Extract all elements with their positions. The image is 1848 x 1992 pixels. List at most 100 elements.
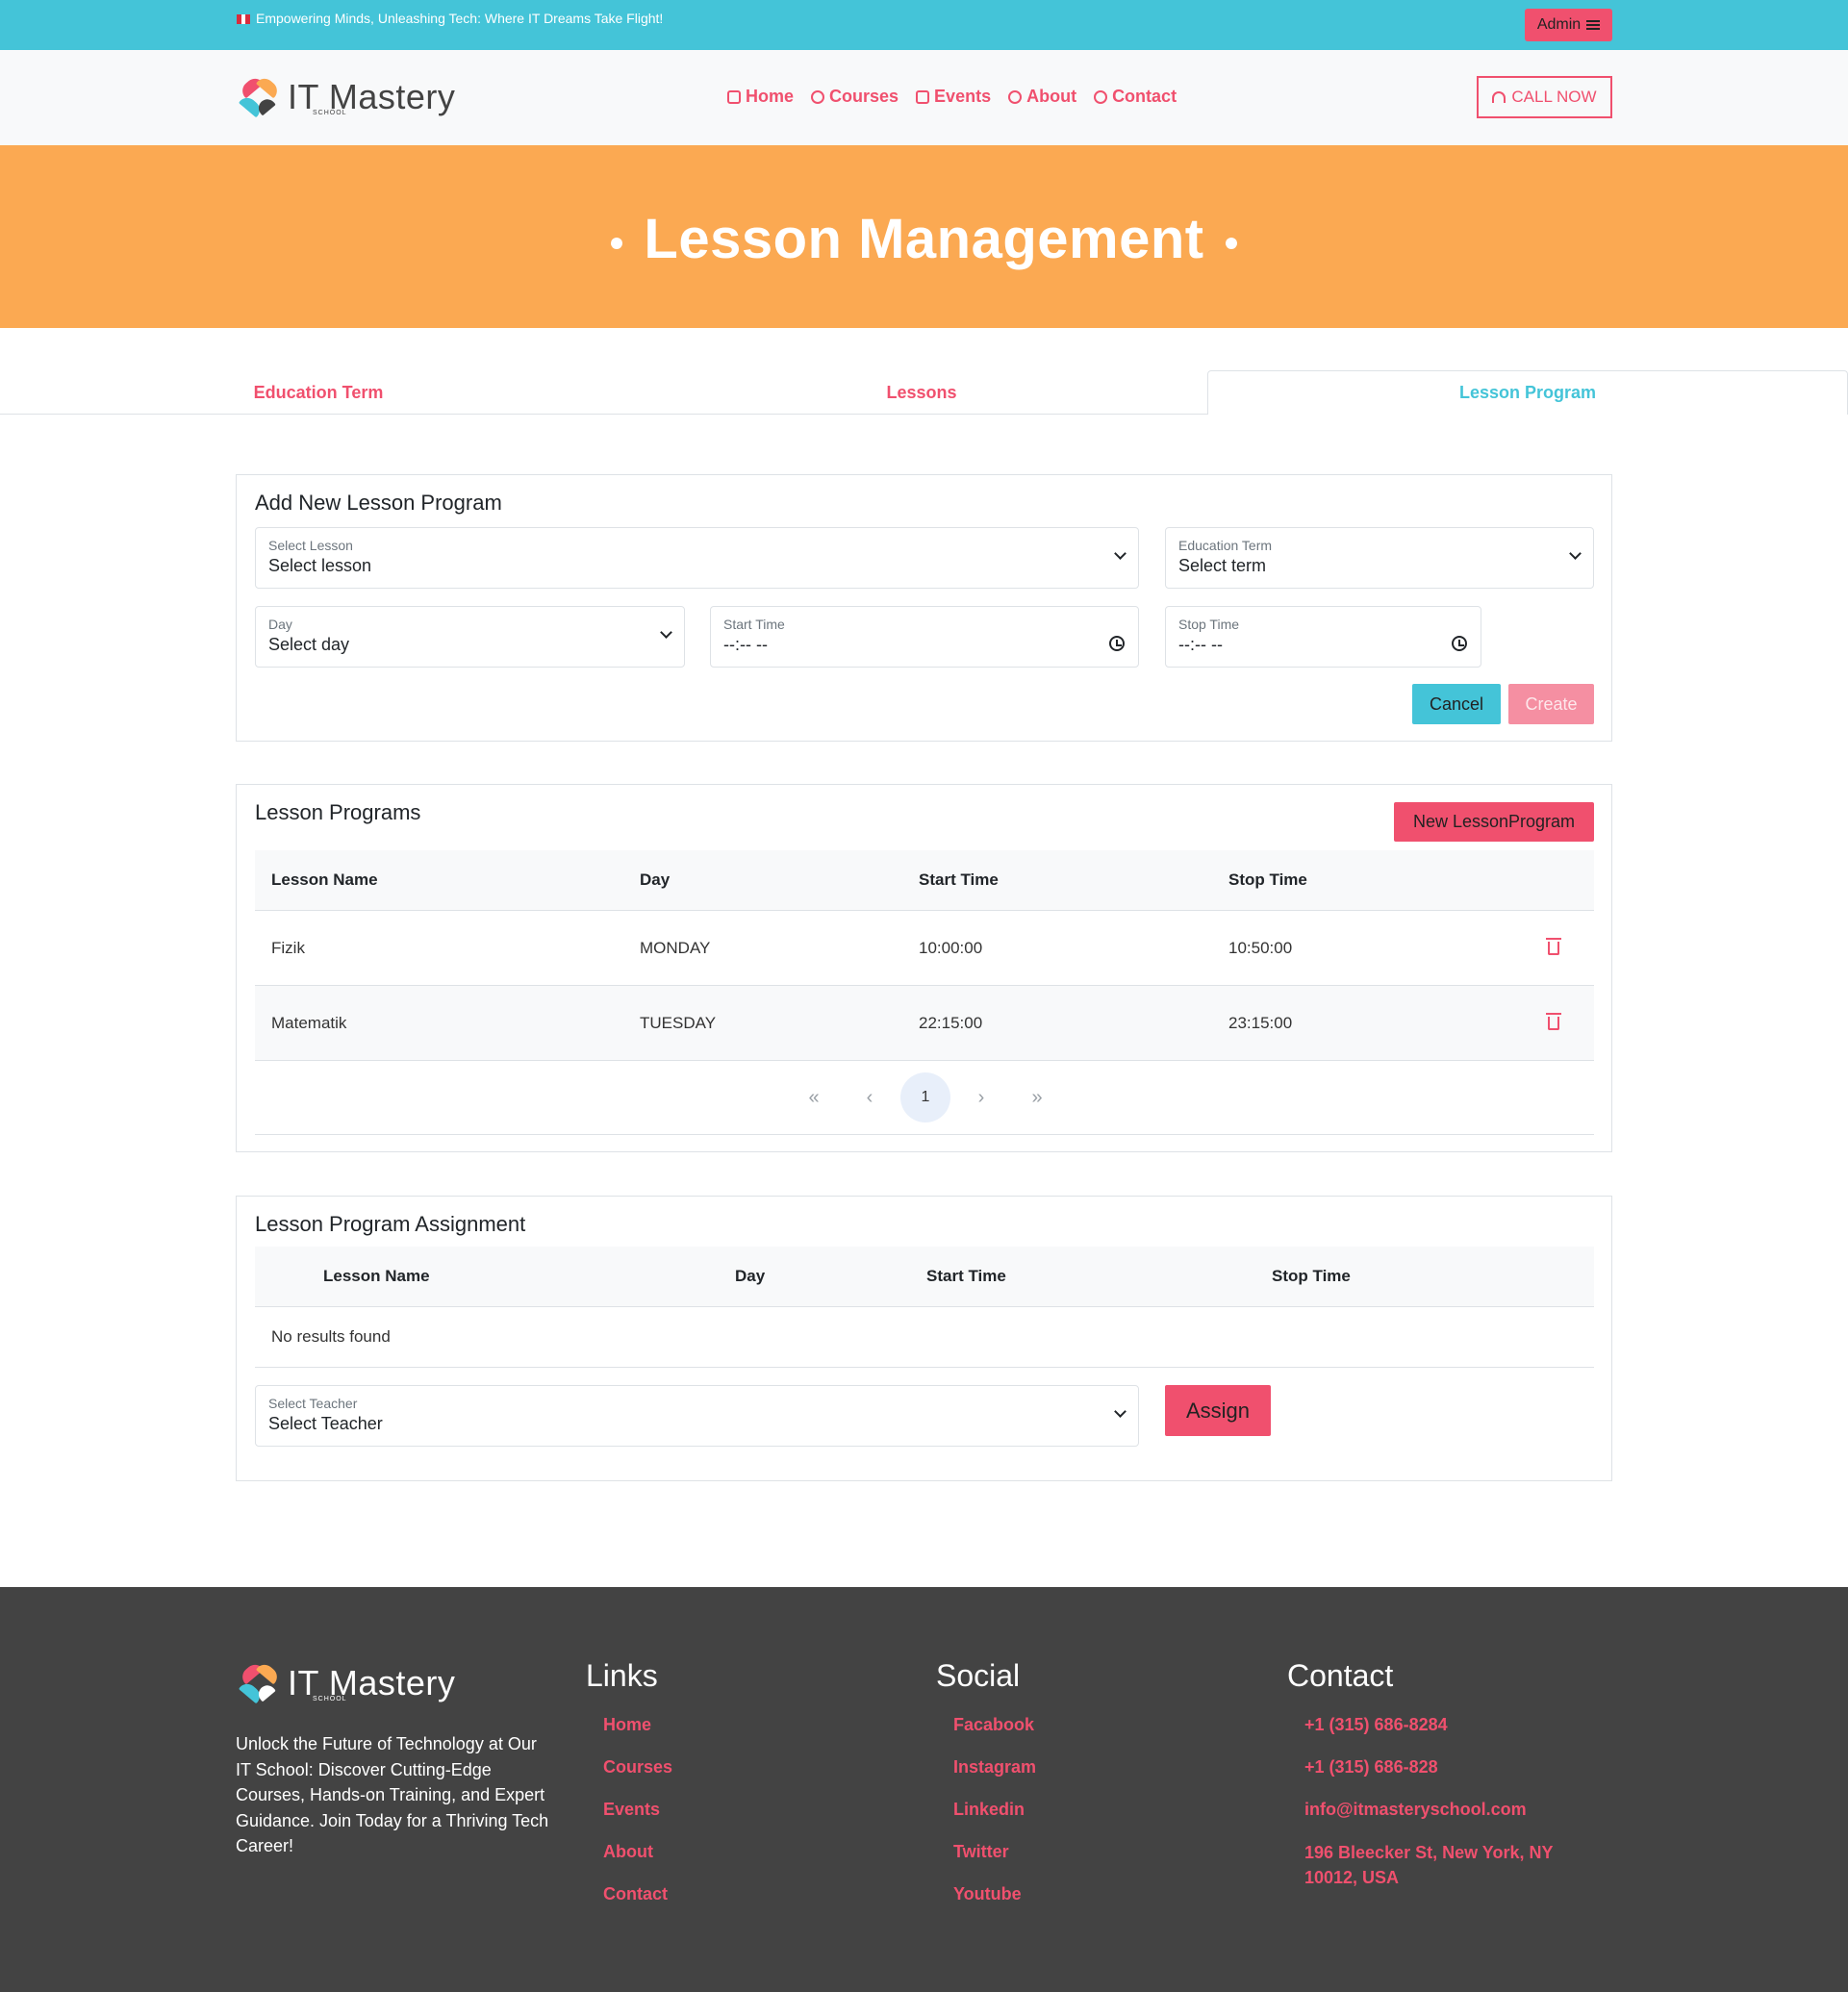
new-lesson-program-button[interactable]: New LessonProgram: [1394, 802, 1594, 842]
footer-link-youtube[interactable]: Youtube: [953, 1882, 1036, 1925]
education-term-field[interactable]: Education Term Select term: [1165, 527, 1594, 589]
lesson-programs-table: Lesson Name Day Start Time Stop Time Fiz…: [255, 850, 1594, 1137]
column-header: Stop Time: [1228, 870, 1307, 889]
aperture-icon: [811, 89, 825, 104]
next-page-button[interactable]: ›: [953, 1072, 1009, 1122]
call-now-button[interactable]: CALL NOW: [1477, 76, 1612, 118]
pagination-row: « ‹ 1 › »: [255, 1061, 1594, 1135]
page-title-text: Lesson Management: [644, 208, 1204, 270]
start-time-field[interactable]: Start Time --:-- --: [710, 606, 1139, 668]
nav-courses[interactable]: Courses: [811, 87, 899, 107]
site-logo[interactable]: IT Mastery SCHOOL: [236, 73, 455, 121]
calendar-icon: [916, 89, 930, 104]
day-cell: TUESDAY: [640, 1013, 717, 1032]
site-footer: IT Mastery SCHOOL Unlock the Future of T…: [0, 1587, 1848, 1992]
chevron-down-icon: [1114, 1405, 1127, 1418]
footer-phone-2[interactable]: +1 (315) 686-828: [1304, 1755, 1576, 1798]
footer-heading: Contact: [1287, 1658, 1394, 1693]
tab-education-term[interactable]: Education Term: [0, 370, 637, 415]
cancel-button[interactable]: Cancel: [1412, 684, 1501, 724]
select-lesson-field[interactable]: Select Lesson Select lesson: [255, 527, 1139, 589]
clock-icon[interactable]: [1109, 636, 1125, 651]
card-title: Lesson Programs: [255, 800, 421, 824]
field-label: Stop Time: [1178, 617, 1240, 632]
nav-events[interactable]: Events: [916, 87, 991, 107]
nav-contact[interactable]: Contact: [1094, 87, 1177, 107]
last-page-button[interactable]: »: [1009, 1072, 1065, 1122]
trash-icon: [1546, 1012, 1561, 1030]
footer-link-linkedin[interactable]: Linkedin: [953, 1798, 1036, 1840]
column-header: Start Time: [919, 870, 999, 889]
delete-button[interactable]: [1546, 911, 1561, 985]
field-value: Select day: [268, 635, 350, 654]
lesson-name-cell: Matematik: [271, 1013, 347, 1032]
headphones-icon: [1094, 89, 1108, 104]
footer-link-events[interactable]: Events: [603, 1798, 672, 1840]
footer-phone-1[interactable]: +1 (315) 686-8284: [1304, 1713, 1576, 1755]
column-header: Day: [640, 870, 671, 889]
field-label: Day: [268, 617, 292, 632]
stop-time-field[interactable]: Stop Time --:-- --: [1165, 606, 1481, 668]
footer-logo[interactable]: IT Mastery SCHOOL: [236, 1659, 455, 1707]
tab-lesson-program[interactable]: Lesson Program: [1207, 370, 1848, 415]
site-header: IT Mastery SCHOOL Home Courses Events Ab…: [0, 50, 1848, 145]
tab-lessons[interactable]: Lessons: [606, 370, 1237, 415]
create-button[interactable]: Create: [1508, 684, 1594, 724]
field-value: Select lesson: [268, 556, 372, 575]
footer-email[interactable]: info@itmasteryschool.com: [1304, 1798, 1576, 1840]
stop-time-cell: 23:15:00: [1228, 1013, 1293, 1032]
start-time-cell: 10:00:00: [919, 938, 983, 957]
card-title: Add New Lesson Program: [255, 491, 502, 515]
delete-button[interactable]: [1546, 986, 1561, 1060]
day-cell: MONDAY: [640, 938, 711, 957]
footer-social: Social Facabook Instagram Linkedin Twitt…: [936, 1658, 1036, 1925]
footer-link-contact[interactable]: Contact: [603, 1882, 672, 1925]
field-label: Select Teacher: [268, 1396, 358, 1411]
nav-about[interactable]: About: [1008, 87, 1076, 107]
day-field[interactable]: Day Select day: [255, 606, 685, 668]
table-row: Matematik TUESDAY 22:15:00 23:15:00: [255, 986, 1594, 1061]
nav-about-label: About: [1026, 87, 1077, 106]
footer-link-about[interactable]: About: [603, 1840, 672, 1882]
page-title: Lesson Management: [0, 207, 1848, 271]
footer-link-instagram[interactable]: Instagram: [953, 1755, 1036, 1798]
assign-button[interactable]: Assign: [1165, 1385, 1271, 1436]
pagination: « ‹ 1 › »: [786, 1072, 1065, 1122]
prev-page-button[interactable]: ‹: [842, 1072, 898, 1122]
home-icon: [727, 89, 741, 104]
nav-courses-label: Courses: [829, 87, 899, 106]
lesson-program-assignment-card: Lesson Program Assignment Lesson Name Da…: [236, 1196, 1612, 1481]
footer-link-courses[interactable]: Courses: [603, 1755, 672, 1798]
stop-time-cell: 10:50:00: [1228, 938, 1293, 957]
page-button-current[interactable]: 1: [900, 1072, 950, 1122]
column-header: Stop Time: [1272, 1267, 1351, 1285]
logo-mark-icon: [236, 1659, 284, 1707]
start-time-cell: 22:15:00: [919, 1013, 983, 1032]
lesson-name-cell: Fizik: [271, 938, 305, 957]
footer-link-twitter[interactable]: Twitter: [953, 1840, 1036, 1882]
footer-links: Links Home Courses Events About Contact: [586, 1658, 672, 1925]
footer-link-facebook[interactable]: Facabook: [953, 1713, 1036, 1755]
chevron-down-icon: [1569, 547, 1582, 560]
admin-menu-button[interactable]: Admin: [1525, 9, 1612, 41]
trash-icon: [1546, 937, 1561, 955]
column-header: Day: [735, 1267, 766, 1285]
chevron-down-icon: [1114, 547, 1127, 560]
footer-link-home[interactable]: Home: [603, 1713, 672, 1755]
column-header: Lesson Name: [323, 1267, 430, 1285]
first-page-button[interactable]: «: [786, 1072, 842, 1122]
headphones-icon: [1492, 91, 1506, 103]
empty-message: No results found: [271, 1327, 391, 1346]
column-header: Lesson Name: [271, 870, 378, 889]
dot-icon: [1225, 237, 1237, 249]
field-value: --:-- --: [723, 635, 768, 654]
table-header: Lesson Name Day Start Time Stop Time: [255, 850, 1594, 911]
clock-icon[interactable]: [1452, 636, 1467, 651]
nav-home[interactable]: Home: [727, 87, 794, 107]
main-nav: Home Courses Events About Contact: [727, 87, 1177, 107]
nav-home-label: Home: [746, 87, 795, 106]
select-teacher-field[interactable]: Select Teacher Select Teacher: [255, 1385, 1139, 1447]
footer-heading: Links: [586, 1658, 658, 1693]
dot-icon: [611, 237, 623, 249]
field-label: Education Term: [1178, 538, 1273, 553]
